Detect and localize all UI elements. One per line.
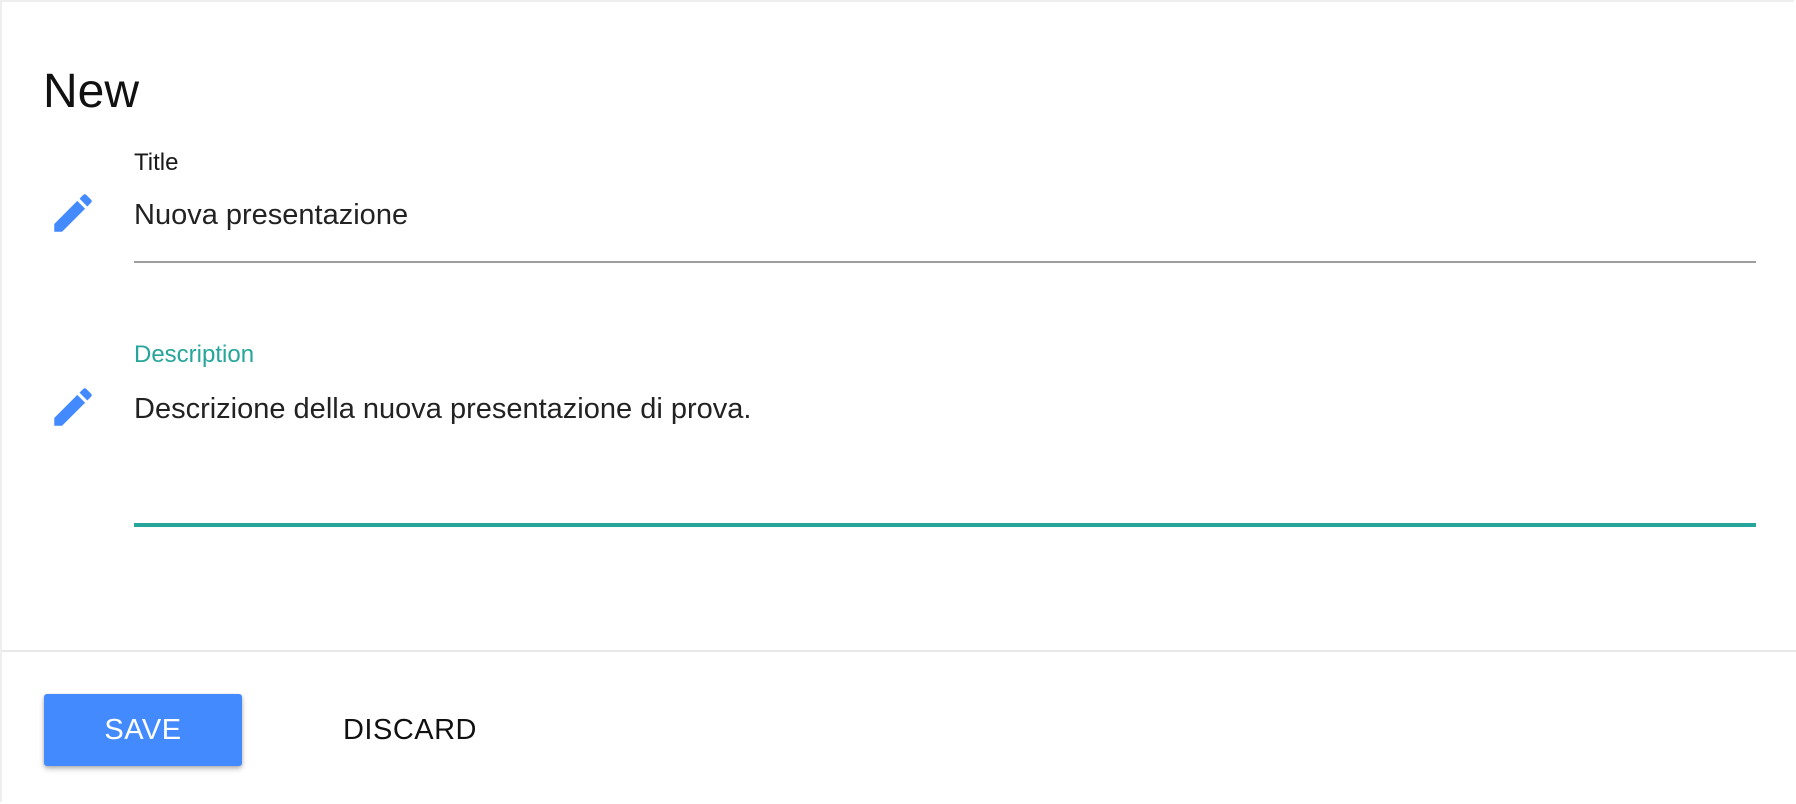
footer-divider [2, 650, 1796, 652]
description-underline [134, 523, 1756, 527]
pencil-icon [48, 382, 98, 432]
title-input[interactable]: Nuova presentazione [134, 198, 408, 232]
title-label: Title [134, 149, 179, 176]
pencil-icon [48, 188, 98, 238]
new-item-card: New Title Nuova presentazione Descriptio… [0, 0, 1796, 802]
discard-button[interactable]: DISCARD [322, 694, 498, 766]
description-label: Description [134, 341, 255, 368]
page-title: New [43, 65, 140, 118]
title-underline [134, 261, 1756, 263]
save-button[interactable]: SAVE [44, 694, 242, 766]
description-textarea[interactable]: Descrizione della nuova presentazione di… [134, 392, 751, 426]
